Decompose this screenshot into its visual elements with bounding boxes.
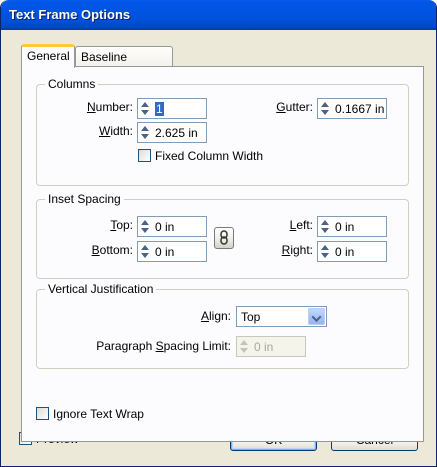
chevron-down-icon[interactable] — [308, 308, 325, 325]
width-label: Width: — [98, 124, 133, 138]
columns-group: Columns Number: 1 Gutter: 0.1667 in Widt… — [36, 77, 409, 186]
bottom-spin-arrows-icon[interactable] — [139, 243, 152, 260]
dialog-client-area: General Baseline Options Columns Number:… — [4, 30, 433, 463]
fixed-column-width-label: Fixed Column Width — [155, 149, 264, 163]
left-inset-stepper[interactable]: 0 in — [317, 216, 387, 237]
chain-link-icon — [220, 230, 228, 245]
left-spin-arrows-icon[interactable] — [319, 218, 332, 235]
right-inset-stepper[interactable]: 0 in — [317, 241, 387, 262]
ignore-text-wrap-checkbox[interactable] — [36, 407, 49, 420]
gutter-spin-arrows-icon[interactable] — [319, 100, 332, 117]
tab-baseline-options[interactable]: Baseline Options — [75, 46, 173, 84]
align-label: Align: — [200, 309, 231, 323]
width-spin-arrows-icon[interactable] — [139, 124, 152, 141]
inset-spacing-group: Inset Spacing Top: 0 in Bottom: 0 in Lef… — [36, 192, 409, 279]
number-stepper[interactable]: 1 — [137, 98, 207, 119]
bottom-inset-stepper[interactable]: 0 in — [137, 241, 207, 262]
bottom-label: Bottom: — [91, 243, 133, 257]
top-inset-value: 0 in — [155, 220, 175, 234]
width-stepper[interactable]: 2.625 in — [137, 122, 207, 143]
paragraph-spacing-limit-label: Paragraph Spacing Limit: — [96, 339, 231, 353]
general-tab-panel: Columns Number: 1 Gutter: 0.1667 in Widt… — [21, 66, 424, 442]
title-bar[interactable]: Text Frame Options — [1, 0, 436, 30]
gutter-stepper[interactable]: 0.1667 in — [317, 98, 387, 119]
paragraph-spacing-spin-arrows-icon — [238, 338, 251, 355]
number-label: Number: — [86, 100, 133, 114]
tab-general-label: General — [27, 49, 70, 63]
number-value: 1 — [155, 102, 164, 116]
left-label: Left: — [289, 218, 313, 232]
inset-spacing-group-label: Inset Spacing — [45, 192, 124, 206]
paragraph-spacing-limit-value: 0 in — [254, 340, 274, 354]
text-frame-options-dialog: Text Frame Options General Baseline Opti… — [0, 0, 437, 467]
left-inset-value: 0 in — [335, 220, 355, 234]
vertical-justification-group: Vertical Justification Align: Top Paragr… — [36, 282, 409, 369]
columns-group-label: Columns — [45, 77, 99, 91]
paragraph-spacing-limit-stepper[interactable]: 0 in — [236, 336, 306, 357]
gutter-value: 0.1667 in — [335, 102, 385, 116]
align-value: Top — [241, 310, 261, 324]
gutter-label: Gutter: — [276, 100, 313, 114]
right-label: Right: — [281, 243, 313, 257]
width-value: 2.625 in — [155, 126, 198, 140]
top-inset-stepper[interactable]: 0 in — [137, 216, 207, 237]
right-inset-value: 0 in — [335, 245, 355, 259]
dialog-title: Text Frame Options — [9, 7, 131, 22]
bottom-inset-value: 0 in — [155, 245, 175, 259]
right-spin-arrows-icon[interactable] — [319, 243, 332, 260]
top-spin-arrows-icon[interactable] — [139, 218, 152, 235]
ignore-text-wrap-label: Ignore Text Wrap — [53, 407, 144, 421]
top-label: Top: — [110, 218, 133, 232]
align-select[interactable]: Top — [236, 306, 327, 327]
fixed-column-width-checkbox[interactable] — [138, 149, 151, 162]
number-spin-arrows-icon[interactable] — [139, 100, 152, 117]
link-inset-button[interactable] — [214, 227, 234, 249]
vertical-justification-group-label: Vertical Justification — [45, 282, 157, 296]
tab-general[interactable]: General — [21, 44, 75, 68]
